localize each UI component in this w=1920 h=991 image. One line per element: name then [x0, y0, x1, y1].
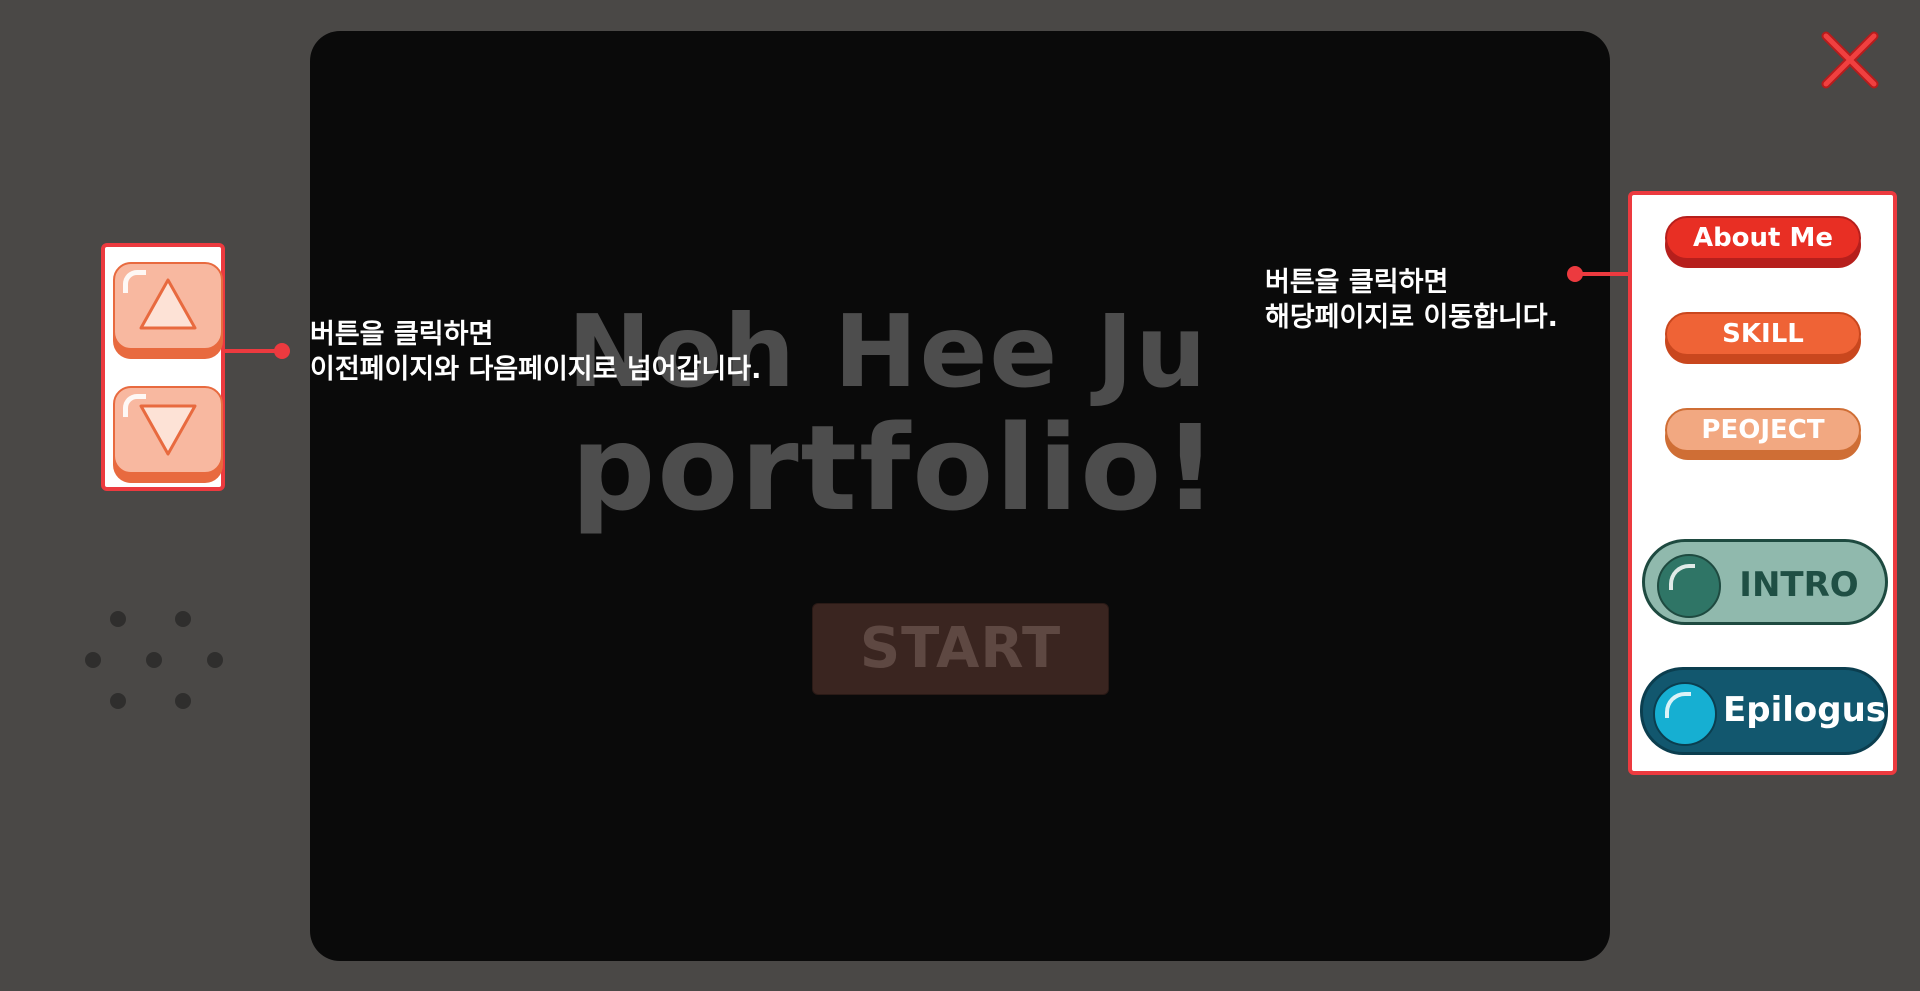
start-button[interactable]: START — [812, 603, 1109, 695]
main-screen: Noh Hee Ju portfolio! START — [310, 31, 1610, 961]
decor-dot — [110, 611, 126, 627]
decor-dot — [146, 652, 162, 668]
skill-button[interactable]: SKILL — [1665, 312, 1861, 364]
skill-label: SKILL — [1665, 312, 1861, 356]
intro-toggle[interactable]: INTRO — [1642, 539, 1888, 625]
right-instruction-note: 버튼을 클릭하면 해당페이지로 이동합니다. — [1265, 267, 1558, 333]
epilogue-label: Epilogus — [1723, 690, 1887, 730]
left-connector-line — [225, 349, 280, 353]
project-label: PEOJECT — [1665, 408, 1861, 452]
triangle-down-icon — [139, 404, 197, 456]
section-nav-panel: About Me SKILL PEOJECT INTRO Epilogus — [1628, 191, 1897, 775]
intro-knob — [1657, 554, 1721, 618]
page-arrow-panel — [101, 243, 225, 491]
next-page-button[interactable] — [113, 386, 223, 483]
decor-dot — [85, 652, 101, 668]
triangle-up-icon — [139, 278, 197, 330]
close-icon[interactable] — [1820, 30, 1880, 90]
epilogue-toggle[interactable]: Epilogus — [1640, 667, 1888, 755]
about-me-label: About Me — [1665, 216, 1861, 260]
decor-dot — [207, 652, 223, 668]
decor-dot — [175, 611, 191, 627]
previous-page-button[interactable] — [113, 262, 223, 359]
project-button[interactable]: PEOJECT — [1665, 408, 1861, 460]
title-line-2: portfolio! — [570, 399, 1220, 537]
right-connector-line — [1575, 272, 1630, 276]
decor-dot — [110, 693, 126, 709]
epilogue-knob — [1653, 682, 1717, 746]
intro-label: INTRO — [1739, 565, 1859, 605]
left-connector-dot — [274, 343, 290, 359]
left-instruction-note: 버튼을 클릭하면 이전페이지와 다음페이지로 넘어갑니다. — [310, 319, 762, 385]
decor-dot — [175, 693, 191, 709]
about-me-button[interactable]: About Me — [1665, 216, 1861, 268]
